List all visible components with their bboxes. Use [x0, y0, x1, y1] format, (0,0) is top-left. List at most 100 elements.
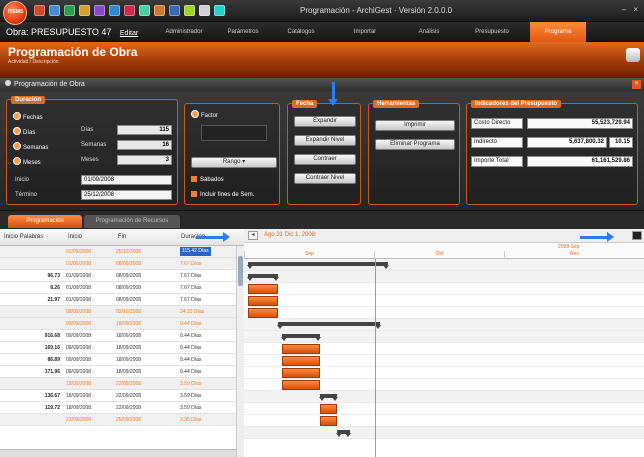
- table-row[interactable]: 96.73 01/09/2008 08/09/2008 7.67 Días: [0, 270, 236, 282]
- semanas-option[interactable]: Semanas: [13, 142, 48, 151]
- quick-access-icon[interactable]: [169, 5, 180, 16]
- imprimir-button[interactable]: Imprimir: [375, 120, 455, 131]
- col-header-amount[interactable]: Inicio Palabras: [4, 234, 43, 240]
- table-row[interactable]: 136.67 18/09/2008 22/09/2008 3.59 Días: [0, 390, 236, 402]
- dias-option[interactable]: Días: [13, 127, 35, 136]
- table-row[interactable]: 169.16 09/09/2008 18/09/2008 9.44 Días: [0, 342, 236, 354]
- menu-tab-importar[interactable]: Importar: [340, 22, 390, 42]
- cell-dur: 7.67 Días: [180, 285, 202, 291]
- contraer-nivel-button[interactable]: Contraer Nivel: [294, 173, 356, 184]
- gantt-row: [244, 259, 644, 271]
- quick-access-icon[interactable]: [49, 5, 60, 16]
- fechas-option[interactable]: Fechas: [13, 112, 43, 121]
- quick-access-icon[interactable]: [154, 5, 165, 16]
- cell-end: 22/09/2008: [116, 381, 142, 387]
- col-header-inicio[interactable]: Inicio: [68, 234, 82, 240]
- grid-horizontal-scrollbar[interactable]: [0, 449, 236, 457]
- gantt-row: [244, 427, 644, 439]
- gantt-summary-bar[interactable]: [247, 274, 279, 281]
- termino-date-field[interactable]: 25/12/2008: [81, 190, 172, 200]
- gantt-summary-bar[interactable]: [276, 322, 381, 329]
- menu-tab-programa[interactable]: Programa: [530, 22, 586, 42]
- cell-dur: 9.44 Días: [180, 357, 202, 363]
- table-row[interactable]: 01/09/2008 25/12/2008 115.42 Días: [0, 246, 236, 258]
- menu-tab-parametros[interactable]: Parámetros: [218, 22, 268, 42]
- gantt-prev-icon[interactable]: ◂: [248, 231, 258, 240]
- quick-access-icon[interactable]: [79, 5, 90, 16]
- gantt-task-bar[interactable]: [248, 284, 278, 294]
- gantt-task-bar[interactable]: [282, 380, 321, 390]
- factor-option[interactable]: Factor: [191, 110, 218, 119]
- table-row[interactable]: 171.96 09/09/2008 18/09/2008 9.44 Días: [0, 366, 236, 378]
- fines-semana-checkbox[interactable]: Incluir fines de Sem.: [191, 191, 254, 198]
- quick-access-icon[interactable]: [34, 5, 45, 16]
- gantt-task-bar[interactable]: [248, 296, 278, 306]
- quick-access-icon[interactable]: [124, 5, 135, 16]
- quick-access-icon[interactable]: [109, 5, 120, 16]
- table-row[interactable]: 08/09/2008 02/10/2008 24.33 Días: [0, 306, 236, 318]
- cell-end: 25/09/2008: [116, 417, 142, 423]
- gantt-summary-bar[interactable]: [280, 334, 322, 341]
- eliminar-programa-button[interactable]: Eliminar Programa: [375, 139, 455, 150]
- gantt-row: [244, 403, 644, 415]
- gantt-task-bar[interactable]: [320, 416, 338, 426]
- rango-select[interactable]: Rango ▾: [191, 157, 277, 168]
- gantt-task-bar[interactable]: [248, 308, 278, 318]
- close-icon[interactable]: ×: [633, 5, 638, 14]
- cell-end: 18/09/2008: [116, 321, 142, 327]
- quick-access-icon[interactable]: [94, 5, 105, 16]
- quick-access-icon[interactable]: [64, 5, 75, 16]
- expandir-nivel-button[interactable]: Expandir Nivel: [294, 135, 356, 146]
- inicio-date-field[interactable]: 01/09/2008: [81, 175, 172, 185]
- gantt-summary-bar[interactable]: [336, 430, 351, 437]
- table-row[interactable]: 09/09/2008 18/09/2008 9.44 Días: [0, 318, 236, 330]
- table-row[interactable]: 18/09/2008 22/09/2008 3.59 Días: [0, 378, 236, 390]
- dias-field[interactable]: 115: [117, 125, 172, 135]
- expandir-button[interactable]: Expandir: [294, 116, 356, 127]
- gantt-task-bar[interactable]: [282, 344, 321, 354]
- app-logo[interactable]: ITEMS: [3, 1, 27, 25]
- quick-access-icon[interactable]: [139, 5, 150, 16]
- scrollbar-thumb[interactable]: [238, 256, 243, 286]
- cell-amount: 171.96: [44, 369, 60, 375]
- menu-tab-catalogos[interactable]: Catálogos: [276, 22, 326, 42]
- cell-dur: 3.59 Días: [180, 393, 202, 399]
- cell-dur: 9.44 Días: [180, 345, 202, 351]
- gantt-row: [244, 307, 644, 319]
- minimize-icon[interactable]: –: [622, 5, 626, 14]
- menu-tab-administrador[interactable]: Administrador: [154, 22, 214, 42]
- gantt-task-bar[interactable]: [282, 356, 321, 366]
- gantt-task-bar[interactable]: [320, 404, 338, 414]
- table-row[interactable]: 01/09/2008 08/09/2008 7.67 Días: [0, 258, 236, 270]
- gantt-summary-bar[interactable]: [247, 262, 389, 269]
- menu-tab-analisis[interactable]: Análisis: [404, 22, 454, 42]
- quick-access-icon[interactable]: [199, 5, 210, 16]
- quick-access-icon[interactable]: [184, 5, 195, 16]
- meses-label: Meses: [81, 157, 99, 163]
- panel-close-icon[interactable]: ×: [632, 80, 641, 89]
- table-row[interactable]: 86.89 09/09/2008 18/09/2008 9.44 Días: [0, 354, 236, 366]
- sabados-checkbox[interactable]: Sábados: [191, 176, 224, 183]
- col-header-fin[interactable]: Fin: [118, 234, 126, 240]
- tab-programacion[interactable]: Programación: [8, 215, 82, 228]
- quick-access-icon[interactable]: [214, 5, 225, 16]
- meses-field[interactable]: 3: [117, 155, 172, 165]
- semanas-field[interactable]: 16: [117, 140, 172, 150]
- table-row[interactable]: 22/09/2008 25/09/2008 3.35 Días: [0, 414, 236, 426]
- gantt-summary-bar[interactable]: [319, 394, 339, 401]
- gantt-task-bar[interactable]: [282, 368, 321, 378]
- factor-field[interactable]: [201, 125, 267, 141]
- menu-tab-presupuesto[interactable]: Presupuesto: [464, 22, 520, 42]
- edit-link[interactable]: Editar: [120, 30, 138, 37]
- grid-vertical-scrollbar[interactable]: [236, 246, 244, 457]
- tab-programacion-recursos[interactable]: Programación de Recursos: [84, 215, 180, 228]
- table-row[interactable]: 21.97 01/09/2008 08/09/2008 7.67 Días: [0, 294, 236, 306]
- table-row[interactable]: 916.68 09/09/2008 18/09/2008 9.44 Días: [0, 330, 236, 342]
- gantt-next-icon[interactable]: [632, 231, 642, 240]
- table-row[interactable]: 8.26 01/09/2008 08/09/2008 7.67 Días: [0, 282, 236, 294]
- table-row[interactable]: 119.72 18/09/2008 22/09/2008 3.59 Días: [0, 402, 236, 414]
- meses-option[interactable]: Meses: [13, 157, 41, 166]
- contraer-button[interactable]: Contraer: [294, 154, 356, 165]
- module-header: Programación de Obra Actividad / Descrip…: [0, 42, 644, 78]
- dias-label: Días: [81, 127, 94, 133]
